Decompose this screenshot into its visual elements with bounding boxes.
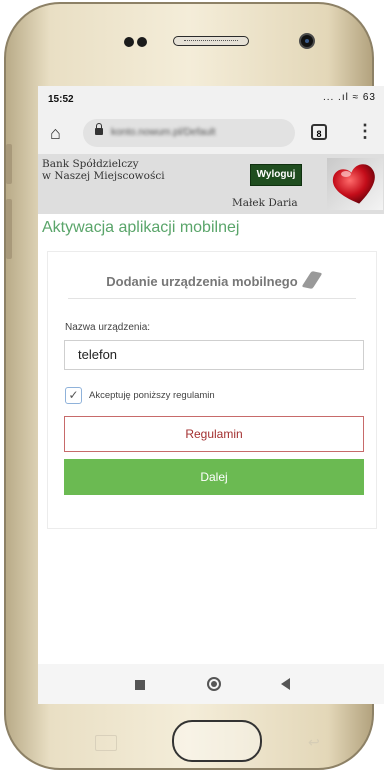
page-title: Aktywacja aplikacji mobilnej xyxy=(42,219,240,236)
status-time: 15:52 xyxy=(48,94,74,105)
volume-button-lower xyxy=(6,199,12,259)
bank-header: Bank Spółdzielczy w Naszej Miejscowości … xyxy=(38,154,384,214)
back-key-icon: ↩ xyxy=(308,734,320,750)
activation-form-card: Dodanie urządzenia mobilnego Nazwa urząd… xyxy=(47,251,377,529)
sensor-icon xyxy=(124,37,134,47)
accept-terms-label[interactable]: Akceptuję poniższy regulamin xyxy=(89,390,215,401)
heart-icon xyxy=(332,164,375,204)
logout-button[interactable]: Wyloguj xyxy=(250,164,302,186)
form-heading: Dodanie urządzenia mobilnego xyxy=(48,271,376,289)
status-icons: ... .ıl ≈ 63 xyxy=(322,92,376,103)
user-name: Małek Daria xyxy=(232,197,298,209)
device-name-input[interactable]: telefon xyxy=(64,340,364,370)
terms-button[interactable]: Regulamin xyxy=(64,416,364,452)
next-button[interactable]: Dalej xyxy=(64,459,364,495)
phone-screen: 15:52 ... .ıl ≈ 63 ⌂ konto.nowum.pl/Defa… xyxy=(38,86,384,704)
home-nav-icon[interactable] xyxy=(207,677,221,691)
earpiece-speaker xyxy=(173,36,249,46)
recent-apps-icon[interactable] xyxy=(135,680,145,690)
form-heading-text: Dodanie urządzenia mobilnego xyxy=(106,274,298,289)
bank-name-line2: w Naszej Miejscowości xyxy=(42,170,165,182)
recents-key-icon xyxy=(95,735,117,751)
sensor-icon-2 xyxy=(137,37,147,47)
front-camera-icon xyxy=(299,33,315,49)
volume-button xyxy=(6,144,12,184)
avatar xyxy=(327,158,383,210)
hardware-home-button[interactable] xyxy=(172,720,262,762)
divider xyxy=(68,298,356,299)
url-text: konto.nowum.pl/Default xyxy=(111,127,216,138)
browser-toolbar: ⌂ konto.nowum.pl/Default 8 ⋮ xyxy=(38,112,384,154)
address-bar[interactable]: konto.nowum.pl/Default xyxy=(83,119,295,147)
bank-name: Bank Spółdzielczy w Naszej Miejscowości xyxy=(42,158,165,182)
accept-terms-checkbox[interactable]: ✓ xyxy=(65,387,82,404)
device-name-label: Nazwa urządzenia: xyxy=(65,322,151,333)
status-bar: 15:52 ... .ıl ≈ 63 xyxy=(38,86,384,112)
browser-menu-icon[interactable]: ⋮ xyxy=(356,122,374,140)
eraser-icon xyxy=(301,271,323,289)
tabs-count-button[interactable]: 8 xyxy=(311,124,327,140)
back-icon[interactable] xyxy=(281,678,290,690)
home-icon[interactable]: ⌂ xyxy=(50,124,61,142)
bank-name-line1: Bank Spółdzielczy xyxy=(42,158,139,170)
lock-icon xyxy=(95,123,103,135)
android-nav-bar xyxy=(38,664,384,704)
